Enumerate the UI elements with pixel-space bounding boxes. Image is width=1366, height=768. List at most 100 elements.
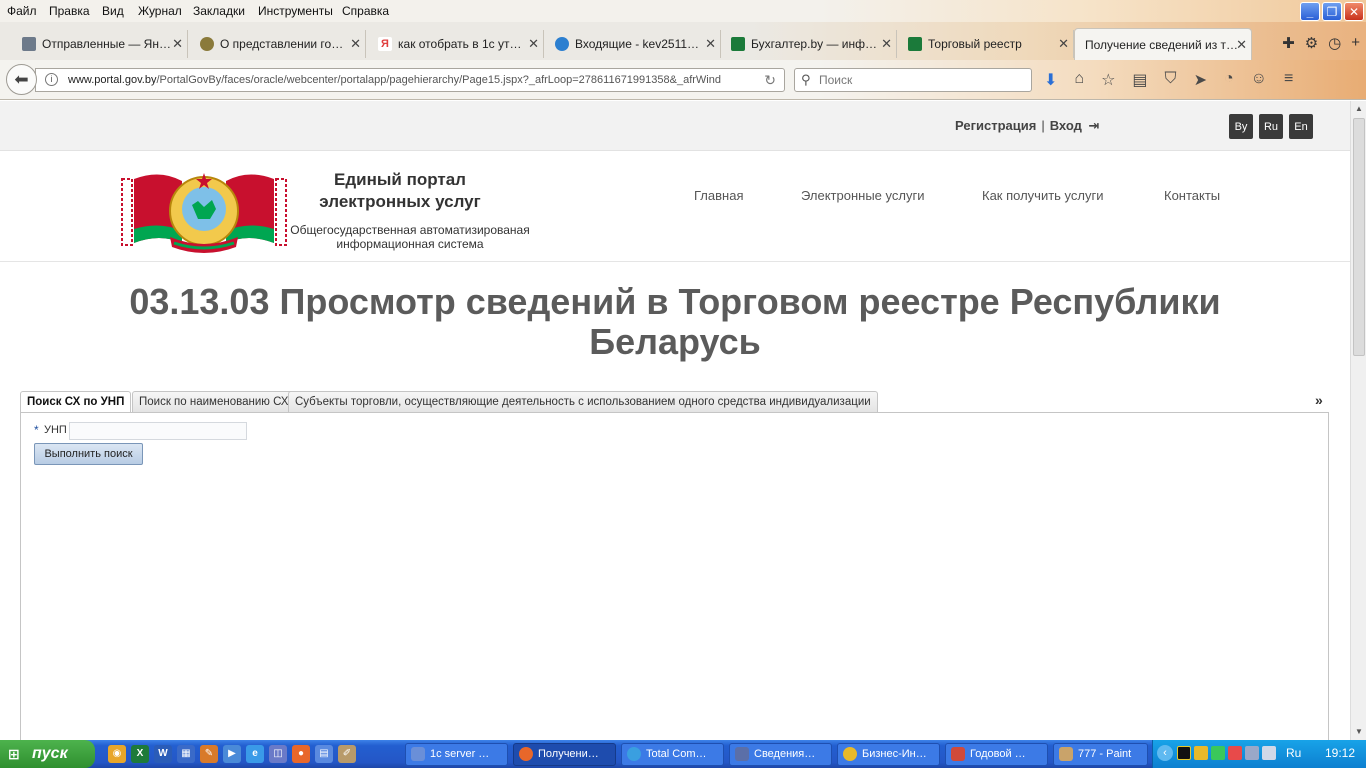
bookmark-star-icon[interactable]: ☆ [1101,70,1115,90]
home-icon[interactable]: ⌂ [1074,70,1084,90]
browser-tab-active[interactable]: Получение сведений из т… ✕ [1074,28,1252,60]
nav-home[interactable]: Главная [694,188,743,203]
scroll-thumb[interactable] [1353,118,1365,356]
lang-by-button[interactable]: By [1229,114,1253,139]
nav-e-services[interactable]: Электронные услуги [801,188,924,203]
reload-icon[interactable]: ↻ [764,69,776,91]
download-icon[interactable]: ⬇ [1044,70,1057,90]
browser-tab[interactable]: Отправленные — Ян… ✕ [20,30,188,58]
tool-icon[interactable]: ✎ [200,745,218,763]
menu-view[interactable]: Вид [102,4,124,18]
tray-app-icon[interactable] [1194,746,1208,760]
puzzle-icon[interactable]: ✚ [1282,34,1295,52]
send-icon[interactable]: ➤ [1194,70,1207,90]
keyboard-language[interactable]: Ru [1286,746,1301,760]
reading-list-icon[interactable]: ▤ [1132,70,1147,90]
tab-title: как отобрать в 1с ут… [398,37,522,51]
menu-tools[interactable]: Инструменты [258,4,333,18]
browser-tab[interactable]: Бухгалтер.by — инф… ✕ [729,30,897,58]
portal-subtitle-line1: Общегосударственная автоматизированая [290,223,530,237]
close-tab-icon[interactable]: ✕ [1058,36,1069,52]
nav-contacts[interactable]: Контакты [1164,188,1220,203]
taskbar-task-active[interactable]: Получени… [513,743,616,766]
nav-how-to-get-services[interactable]: Как получить услуги [982,188,1104,203]
tray-app-icon[interactable] [1228,746,1242,760]
menu-edit[interactable]: Правка [49,4,90,18]
emblem-icon [200,37,214,51]
word-icon[interactable]: W [154,745,172,763]
scroll-down-arrow-icon[interactable]: ▼ [1352,724,1366,740]
back-button[interactable]: ⬅ [6,64,37,95]
smiley-icon[interactable]: ☺ [1251,70,1267,90]
history-icon[interactable]: ◔ [1224,70,1234,90]
browser-tab[interactable]: Торговый реестр ✕ [906,30,1074,58]
browser-tab[interactable]: О представлении го… ✕ [198,30,366,58]
firefox-icon [519,747,533,761]
info-icon[interactable]: i [45,73,58,86]
lang-ru-button[interactable]: Ru [1259,114,1283,139]
close-tab-icon[interactable]: ✕ [705,36,716,52]
close-tab-icon[interactable]: ✕ [528,36,539,52]
login-link[interactable]: Вход [1050,118,1082,133]
ie-icon[interactable]: e [246,745,264,763]
taskbar-task[interactable]: Сведения… [729,743,832,766]
tab-search-by-name[interactable]: Поиск по наименованию СХ [132,391,296,413]
close-tab-icon[interactable]: ✕ [172,36,183,52]
tabs-overflow-button[interactable]: » [1315,392,1323,408]
lang-en-button[interactable]: En [1289,114,1313,139]
firefox-icon[interactable]: ● [292,745,310,763]
taskbar-task[interactable]: 777 - Paint [1053,743,1148,766]
close-tab-icon[interactable]: ✕ [1236,37,1247,53]
url-bar[interactable]: i www.portal.gov.by/PortalGovBy/faces/or… [35,68,785,92]
network-icon[interactable] [1245,746,1259,760]
paint-icon[interactable]: ✐ [338,745,356,763]
taskbar-task[interactable]: 1c server … [405,743,508,766]
task-title: Бизнес-Ин… [862,748,927,760]
browser-tab[interactable]: Входящие - kev2511… ✕ [553,30,721,58]
hamburger-menu-icon[interactable]: ≡ [1284,70,1293,90]
execute-search-button[interactable]: Выполнить поиск [34,443,143,465]
minimize-button[interactable]: _ [1300,2,1320,21]
login-icon[interactable]: ⇥ [1089,118,1100,133]
menu-bookmarks[interactable]: Закладки [193,4,245,18]
close-tab-icon[interactable]: ✕ [881,36,892,52]
belarus-emblem-logo[interactable] [120,167,288,255]
calculator-icon[interactable]: ▦ [177,745,195,763]
gear-icon[interactable]: ⚙ [1305,34,1318,52]
tray-expand-icon[interactable]: ‹ [1157,745,1173,761]
chrome-icon[interactable]: ◉ [108,745,126,763]
menu-file[interactable]: Файл [7,4,37,18]
taskbar-task[interactable]: Бизнес-Ин… [837,743,940,766]
pocket-icon[interactable]: ⛉ [1165,70,1177,90]
task-title: 777 - Paint [1078,748,1132,760]
new-tab-icon[interactable]: + [1351,34,1360,52]
register-link[interactable]: Регистрация [955,118,1036,133]
tab-trade-subjects[interactable]: Субъекты торговли, осуществляющие деятел… [288,391,878,413]
unp-input[interactable] [69,422,247,440]
clock-icon[interactable]: ◷ [1328,34,1341,52]
taskbar-task[interactable]: Total Com… [621,743,724,766]
clock[interactable]: 19:12 [1325,746,1355,760]
media-icon[interactable]: ▶ [223,745,241,763]
excel-icon[interactable]: X [131,745,149,763]
maximize-button[interactable]: ❐ [1322,2,1342,21]
grid-icon[interactable]: ▤ [315,745,333,763]
close-tab-icon[interactable]: ✕ [350,36,361,52]
close-window-button[interactable]: ✕ [1344,2,1364,21]
back-arrow-icon: ⬅ [14,69,29,89]
page-scrollbar[interactable]: ▲ ▼ [1350,101,1366,740]
scroll-up-arrow-icon[interactable]: ▲ [1352,101,1366,117]
tray-app-icon[interactable] [1177,746,1191,760]
menu-help[interactable]: Справка [342,4,389,18]
start-button[interactable]: ⊞ пуск [0,740,95,768]
search-bar[interactable]: ⚲ Поиск [794,68,1032,92]
taskbar-task[interactable]: Годовой … [945,743,1048,766]
tab-search-by-unp[interactable]: Поиск СХ по УНП [20,391,132,414]
browser-tab[interactable]: Я как отобрать в 1с ут… ✕ [376,30,544,58]
menu-history[interactable]: Журнал [138,4,182,18]
explorer-icon[interactable]: ◫ [269,745,287,763]
task-title: Получени… [538,748,599,760]
tray-app-icon[interactable] [1211,746,1225,760]
volume-icon[interactable] [1262,746,1276,760]
report-icon [951,747,965,761]
